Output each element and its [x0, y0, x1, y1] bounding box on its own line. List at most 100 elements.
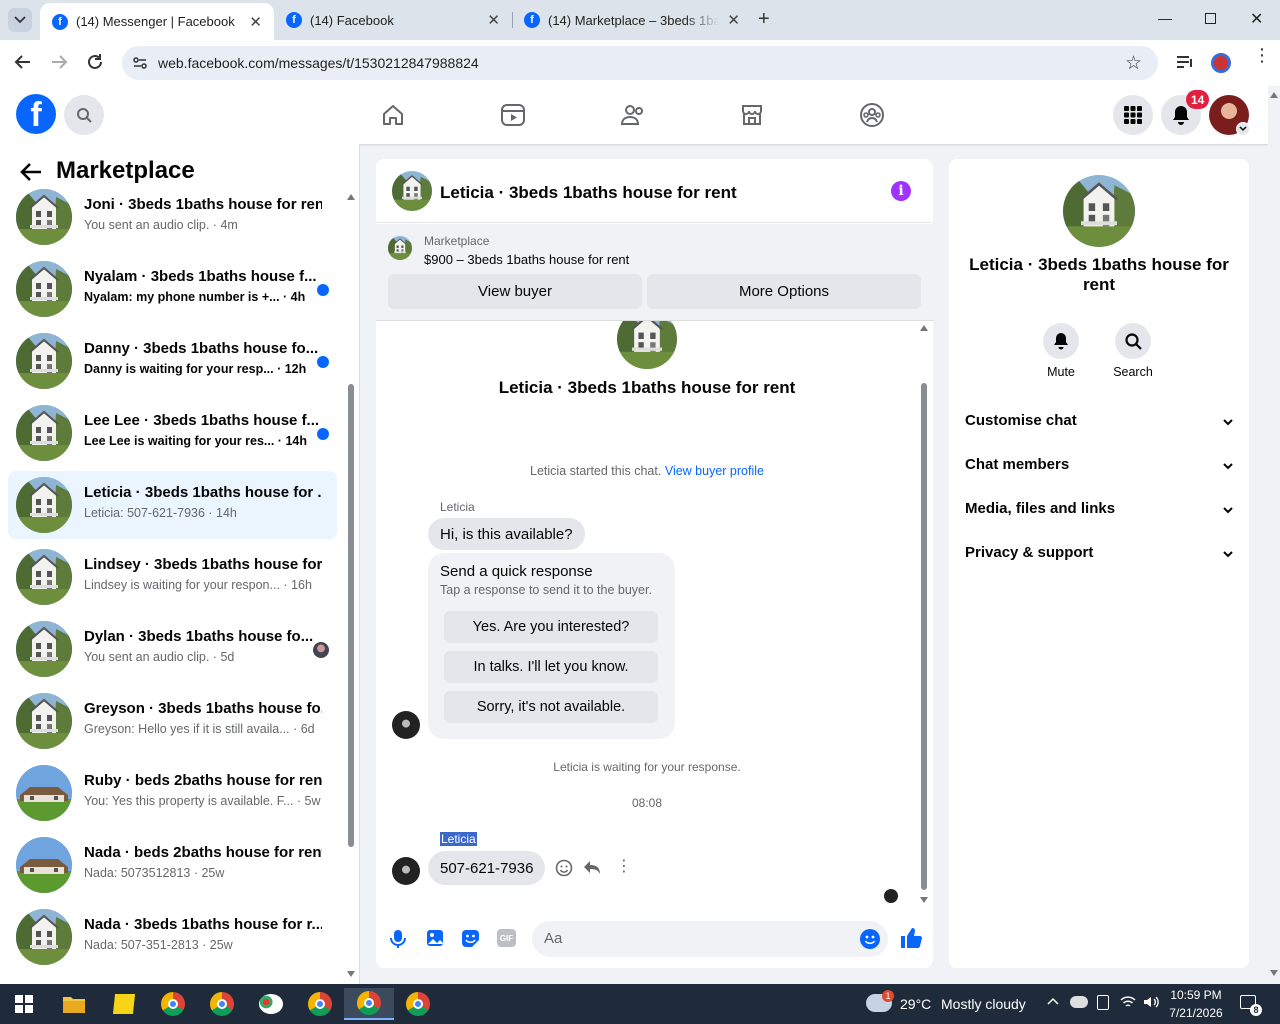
marketplace-icon[interactable]: [740, 103, 764, 127]
message-input[interactable]: Aa: [532, 921, 888, 957]
conversation-item[interactable]: Nyalam · 3beds 1baths house f... Nyalam: …: [8, 255, 337, 323]
conversation-item[interactable]: Lee Lee · 3beds 1baths house f... Lee Lee…: [8, 399, 337, 467]
address-bar[interactable]: web.facebook.com/messages/t/153021284798…: [122, 46, 1158, 80]
conversation-item[interactable]: Greyson · 3beds 1baths house fo... Greyso…: [8, 687, 337, 755]
back-icon[interactable]: [14, 53, 32, 71]
search-chat-button[interactable]: [1115, 323, 1151, 359]
section-privacy-support[interactable]: Privacy & support: [965, 544, 1233, 561]
listing-thumbnail[interactable]: [388, 236, 412, 260]
search-icon[interactable]: [64, 95, 104, 135]
emoji-icon[interactable]: [860, 929, 880, 949]
chat-title[interactable]: Leticia · 3beds 1baths house for rent: [440, 183, 737, 203]
tab-marketplace[interactable]: f (14) Marketplace – 3beds 1bath ✕: [512, 0, 752, 40]
quick-reply-button[interactable]: In talks. I'll let you know.: [444, 651, 658, 683]
restore-button[interactable]: [1205, 13, 1216, 24]
clock-time[interactable]: 10:59 PM: [1166, 988, 1226, 1002]
minimize-button[interactable]: —: [1158, 10, 1172, 26]
media-control-icon[interactable]: [1176, 54, 1194, 70]
weather-temperature[interactable]: 29°C: [900, 996, 931, 1012]
listing-price[interactable]: $900 – 3beds 1baths house for rent: [424, 252, 629, 267]
conversation-item[interactable]: Nada · 3beds 1baths house for r... Nada: …: [8, 903, 337, 971]
close-tab-icon[interactable]: ✕: [249, 13, 262, 31]
conversation-item[interactable]: Dylan · 3beds 1baths house fo... You sent…: [8, 615, 337, 683]
more-actions-icon[interactable]: ⋮: [616, 858, 632, 876]
scroll-up-arrow[interactable]: [1270, 92, 1278, 98]
close-tab-icon[interactable]: ✕: [487, 11, 500, 29]
message-bubble[interactable]: Hi, is this available?: [428, 518, 585, 550]
forward-icon[interactable]: [50, 53, 68, 71]
chrome-icon[interactable]: [398, 988, 438, 1020]
site-info-icon[interactable]: [132, 55, 148, 71]
scrollbar-thumb[interactable]: [348, 384, 354, 847]
reply-icon[interactable]: [583, 860, 601, 876]
photo-icon[interactable]: [426, 929, 444, 947]
scrollbar-track[interactable]: [346, 194, 356, 979]
url-text[interactable]: web.facebook.com/messages/t/153021284798…: [158, 55, 479, 71]
scroll-down-arrow[interactable]: [1270, 970, 1278, 976]
conversation-item[interactable]: Leticia · 3beds 1baths house for ... Leti…: [8, 471, 337, 539]
chrome-icon[interactable]: [300, 988, 340, 1020]
scroll-up-arrow[interactable]: [920, 325, 928, 331]
section-customise-chat[interactable]: Customise chat: [965, 412, 1233, 429]
conversation-item[interactable]: Danny · 3beds 1baths house fo... Danny is…: [8, 327, 337, 395]
tab-facebook[interactable]: f (14) Facebook ✕: [274, 0, 512, 40]
thread-scrollbar[interactable]: [919, 325, 929, 903]
more-options-button[interactable]: More Options: [647, 274, 921, 309]
wifi-icon[interactable]: [1120, 995, 1136, 1009]
close-window-button[interactable]: ✕: [1250, 9, 1263, 29]
bookmark-star-icon[interactable]: ☆: [1125, 52, 1142, 75]
sender-avatar[interactable]: [392, 711, 420, 739]
conversation-item[interactable]: Nada · beds 2baths house for rent Nada: 5…: [8, 831, 337, 899]
conversation-item[interactable]: Joni · 3beds 1baths house for rent You se…: [8, 183, 337, 251]
sticky-notes-icon[interactable]: [104, 988, 144, 1020]
page-scrollbar[interactable]: [1268, 86, 1280, 984]
scroll-up-arrow[interactable]: [347, 194, 355, 200]
gif-icon[interactable]: GIF: [497, 929, 516, 947]
tab-search-button[interactable]: [8, 8, 32, 32]
quick-reply-button[interactable]: Yes. Are you interested?: [444, 611, 658, 643]
mute-button[interactable]: [1043, 323, 1079, 359]
clock-date[interactable]: 7/21/2026: [1166, 1006, 1226, 1020]
quick-reply-button[interactable]: Sorry, it's not available.: [444, 691, 658, 723]
section-media-files-links[interactable]: Media, files and links: [965, 500, 1233, 517]
like-thumb-icon[interactable]: [900, 927, 922, 949]
chrome-active-icon[interactable]: [344, 988, 394, 1020]
file-explorer-icon[interactable]: [54, 988, 94, 1020]
chrome-icon[interactable]: [153, 988, 193, 1020]
onedrive-icon[interactable]: [1070, 996, 1088, 1008]
section-chat-members[interactable]: Chat members: [965, 456, 1233, 473]
sticker-icon[interactable]: [461, 929, 480, 948]
facebook-logo[interactable]: f: [16, 94, 56, 134]
intro-avatar[interactable]: [617, 321, 677, 369]
device-icon[interactable]: [1097, 995, 1109, 1010]
close-tab-icon[interactable]: ✕: [727, 11, 740, 29]
info-icon[interactable]: i: [891, 181, 911, 201]
reload-icon[interactable]: [86, 53, 104, 71]
chat-header-avatar[interactable]: [392, 171, 432, 211]
paint-icon[interactable]: [251, 988, 291, 1020]
groups-icon[interactable]: [859, 102, 885, 128]
new-tab-button[interactable]: +: [758, 8, 770, 31]
scroll-down-arrow[interactable]: [347, 971, 355, 977]
browser-menu-icon[interactable]: ⋮: [1253, 46, 1271, 64]
view-buyer-profile-link[interactable]: View buyer profile: [665, 464, 764, 478]
account-chevron-icon[interactable]: [1236, 122, 1250, 136]
react-icon[interactable]: [555, 859, 573, 877]
sender-avatar[interactable]: [392, 857, 420, 885]
scrollbar-thumb[interactable]: [921, 383, 927, 890]
menu-grid-icon[interactable]: [1113, 95, 1153, 135]
chrome-icon[interactable]: [202, 988, 242, 1020]
phone-message-bubble[interactable]: 507-621-7936: [428, 851, 546, 885]
view-buyer-button[interactable]: View buyer: [388, 274, 642, 309]
info-avatar[interactable]: [1063, 175, 1135, 247]
windows-start-icon[interactable]: [4, 988, 44, 1020]
profile-avatar-icon[interactable]: [1211, 53, 1231, 73]
back-arrow-icon[interactable]: [20, 162, 42, 182]
chevron-up-icon[interactable]: [1047, 997, 1059, 1005]
scroll-down-arrow[interactable]: [920, 897, 928, 903]
volume-icon[interactable]: [1143, 995, 1159, 1009]
video-icon[interactable]: [500, 103, 526, 127]
weather-description[interactable]: Mostly cloudy: [941, 996, 1026, 1012]
tab-messenger[interactable]: f (14) Messenger | Facebook ✕: [40, 3, 274, 40]
conversation-item[interactable]: Lindsey · 3beds 1baths house for... Linds…: [8, 543, 337, 611]
